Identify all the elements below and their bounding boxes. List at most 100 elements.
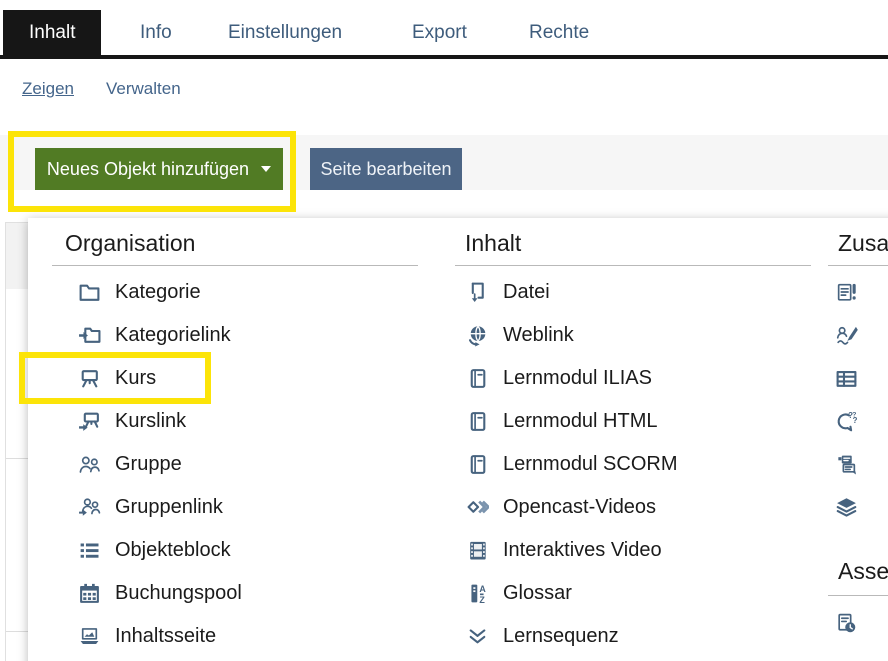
menu-item-clipped[interactable] [835,400,858,442]
category-link-icon [78,324,101,347]
menu-item-kategorielink[interactable]: Kategorielink [78,314,231,356]
menu-item-label: Objekteblock [115,539,231,562]
menu-item-label: Kurs [115,367,156,390]
person-signature-icon [835,324,858,347]
menu-item-label: Glossar [503,582,572,605]
ilias-repository-screen: A Z [0,0,888,661]
edit-page-label: Seite bearbeiten [320,159,451,180]
menu-item-datei[interactable]: Datei [466,271,550,313]
tab-rechte[interactable]: Rechte [529,10,589,55]
menu-item-label: Interaktives Video [503,539,662,562]
learning-module-book-icon [466,453,489,476]
menu-item-label: Lernmodul HTML [503,410,658,433]
course-board-icon [78,367,101,390]
add-object-dropdown: Organisation Kategorie Kategorielink Kur… [28,218,888,661]
menu-item-objekteblock[interactable]: Objekteblock [78,529,231,571]
data-table-icon [835,367,858,390]
menu-item-label: Lernmodul ILIAS [503,367,652,390]
tab-export[interactable]: Export [412,10,467,55]
item-block-list-icon [78,539,101,562]
menu-item-lernsequenz[interactable]: Lernsequenz [466,615,619,657]
dropdown-caret-icon [261,166,271,172]
booking-pool-calendar-icon [78,582,101,605]
menu-item-label: Gruppe [115,453,182,476]
file-download-icon [466,281,489,304]
tab-inhalt[interactable]: Inhalt [3,10,101,55]
group-title: Assessment [838,558,888,585]
group-title: Zusammenarbeit [838,230,888,257]
menu-item-kurslink[interactable]: Kurslink [78,400,186,442]
group-people-icon [78,453,101,476]
menu-item-label: Gruppenlink [115,496,223,519]
add-new-object-label: Neues Objekt hinzufügen [47,159,249,180]
menu-item-label: Inhaltsseite [115,625,216,648]
course-link-icon [78,410,101,433]
group-divider [455,265,811,266]
learning-sequence-chevrons-icon [466,625,489,648]
menu-item-interaktives-video[interactable]: Interaktives Video [466,529,662,571]
menu-item-clipped[interactable] [835,443,858,485]
group-link-icon [78,496,101,519]
menu-item-gruppenlink[interactable]: Gruppenlink [78,486,223,528]
menu-item-label: Opencast-Videos [503,496,656,519]
background-divider [6,631,29,632]
menu-item-lernmodul-html[interactable]: Lernmodul HTML [466,400,658,442]
menu-item-gruppe[interactable]: Gruppe [78,443,182,485]
document-clock-icon [835,612,858,635]
menu-item-kurs[interactable]: Kurs [78,357,156,399]
menu-item-kategorie[interactable]: Kategorie [78,271,201,313]
menu-item-label: Lernmodul SCORM [503,453,678,476]
subtab-zeigen[interactable]: Zeigen [22,79,74,99]
film-strip-icon [466,539,489,562]
menu-item-glossar[interactable]: Glossar [466,572,572,614]
document-exclamation-icon [835,281,858,304]
learning-module-book-icon [466,410,489,433]
menu-item-label: Weblink [503,324,574,347]
background-panel-edge [5,222,30,661]
menu-item-label: Kategorielink [115,324,231,347]
group-title: Organisation [65,230,195,257]
group-divider [828,595,888,596]
edit-page-button[interactable]: Seite bearbeiten [310,148,462,190]
layers-stack-icon [835,496,858,519]
menu-item-lernmodul-ilias[interactable]: Lernmodul ILIAS [466,357,652,399]
scribble-link-icon [835,654,858,661]
cards-chat-icon [835,453,858,476]
weblink-globe-icon [466,324,489,347]
group-title: Inhalt [465,230,521,257]
background-panel-header [6,223,29,289]
menu-item-label: Datei [503,281,550,304]
menu-item-inhaltsseite[interactable]: Inhaltsseite [78,615,216,657]
menu-item-weblink[interactable]: Weblink [466,314,574,356]
menu-item-buchungspool[interactable]: Buchungspool [78,572,242,614]
category-folder-icon [78,281,101,304]
opencast-diamond-icon [466,496,489,519]
menu-item-label: Kategorie [115,281,201,304]
glossary-binder-az-icon [466,582,489,605]
menu-item-label: Kurslink [115,410,186,433]
menu-item-label: Lernsequenz [503,625,619,648]
tab-info[interactable]: Info [140,10,172,55]
menu-group-inhalt: Inhalt Datei Weblink Lernmodul ILIAS Ler… [455,218,815,661]
menu-item-clipped[interactable] [835,644,858,661]
menu-group-organisation: Organisation Kategorie Kategorielink Kur… [52,218,422,661]
tab-bar-underline [0,55,888,59]
menu-item-clipped[interactable] [835,271,858,313]
group-divider [828,265,888,266]
menu-item-clipped[interactable] [835,357,858,399]
menu-group-zusammenarbeit: Zusammenarbeit Assessment [828,218,888,661]
background-divider [6,458,29,459]
add-new-object-button[interactable]: Neues Objekt hinzufügen [35,148,283,190]
menu-item-clipped[interactable] [835,602,858,644]
menu-item-lernmodul-scorm[interactable]: Lernmodul SCORM [466,443,678,485]
menu-item-label: Buchungspool [115,582,242,605]
menu-item-clipped[interactable] [835,314,858,356]
tab-einstellungen[interactable]: Einstellungen [228,10,342,55]
learning-module-book-icon [466,367,489,390]
menu-item-opencast-videos[interactable]: Opencast-Videos [466,486,656,528]
tab-bar: Inhalt Info Einstellungen Export Rechte [0,0,888,59]
menu-item-clipped[interactable] [835,486,858,528]
speech-bubble-questions-icon [835,410,858,433]
subtab-verwalten[interactable]: Verwalten [106,79,181,99]
content-page-laptop-icon [78,625,101,648]
